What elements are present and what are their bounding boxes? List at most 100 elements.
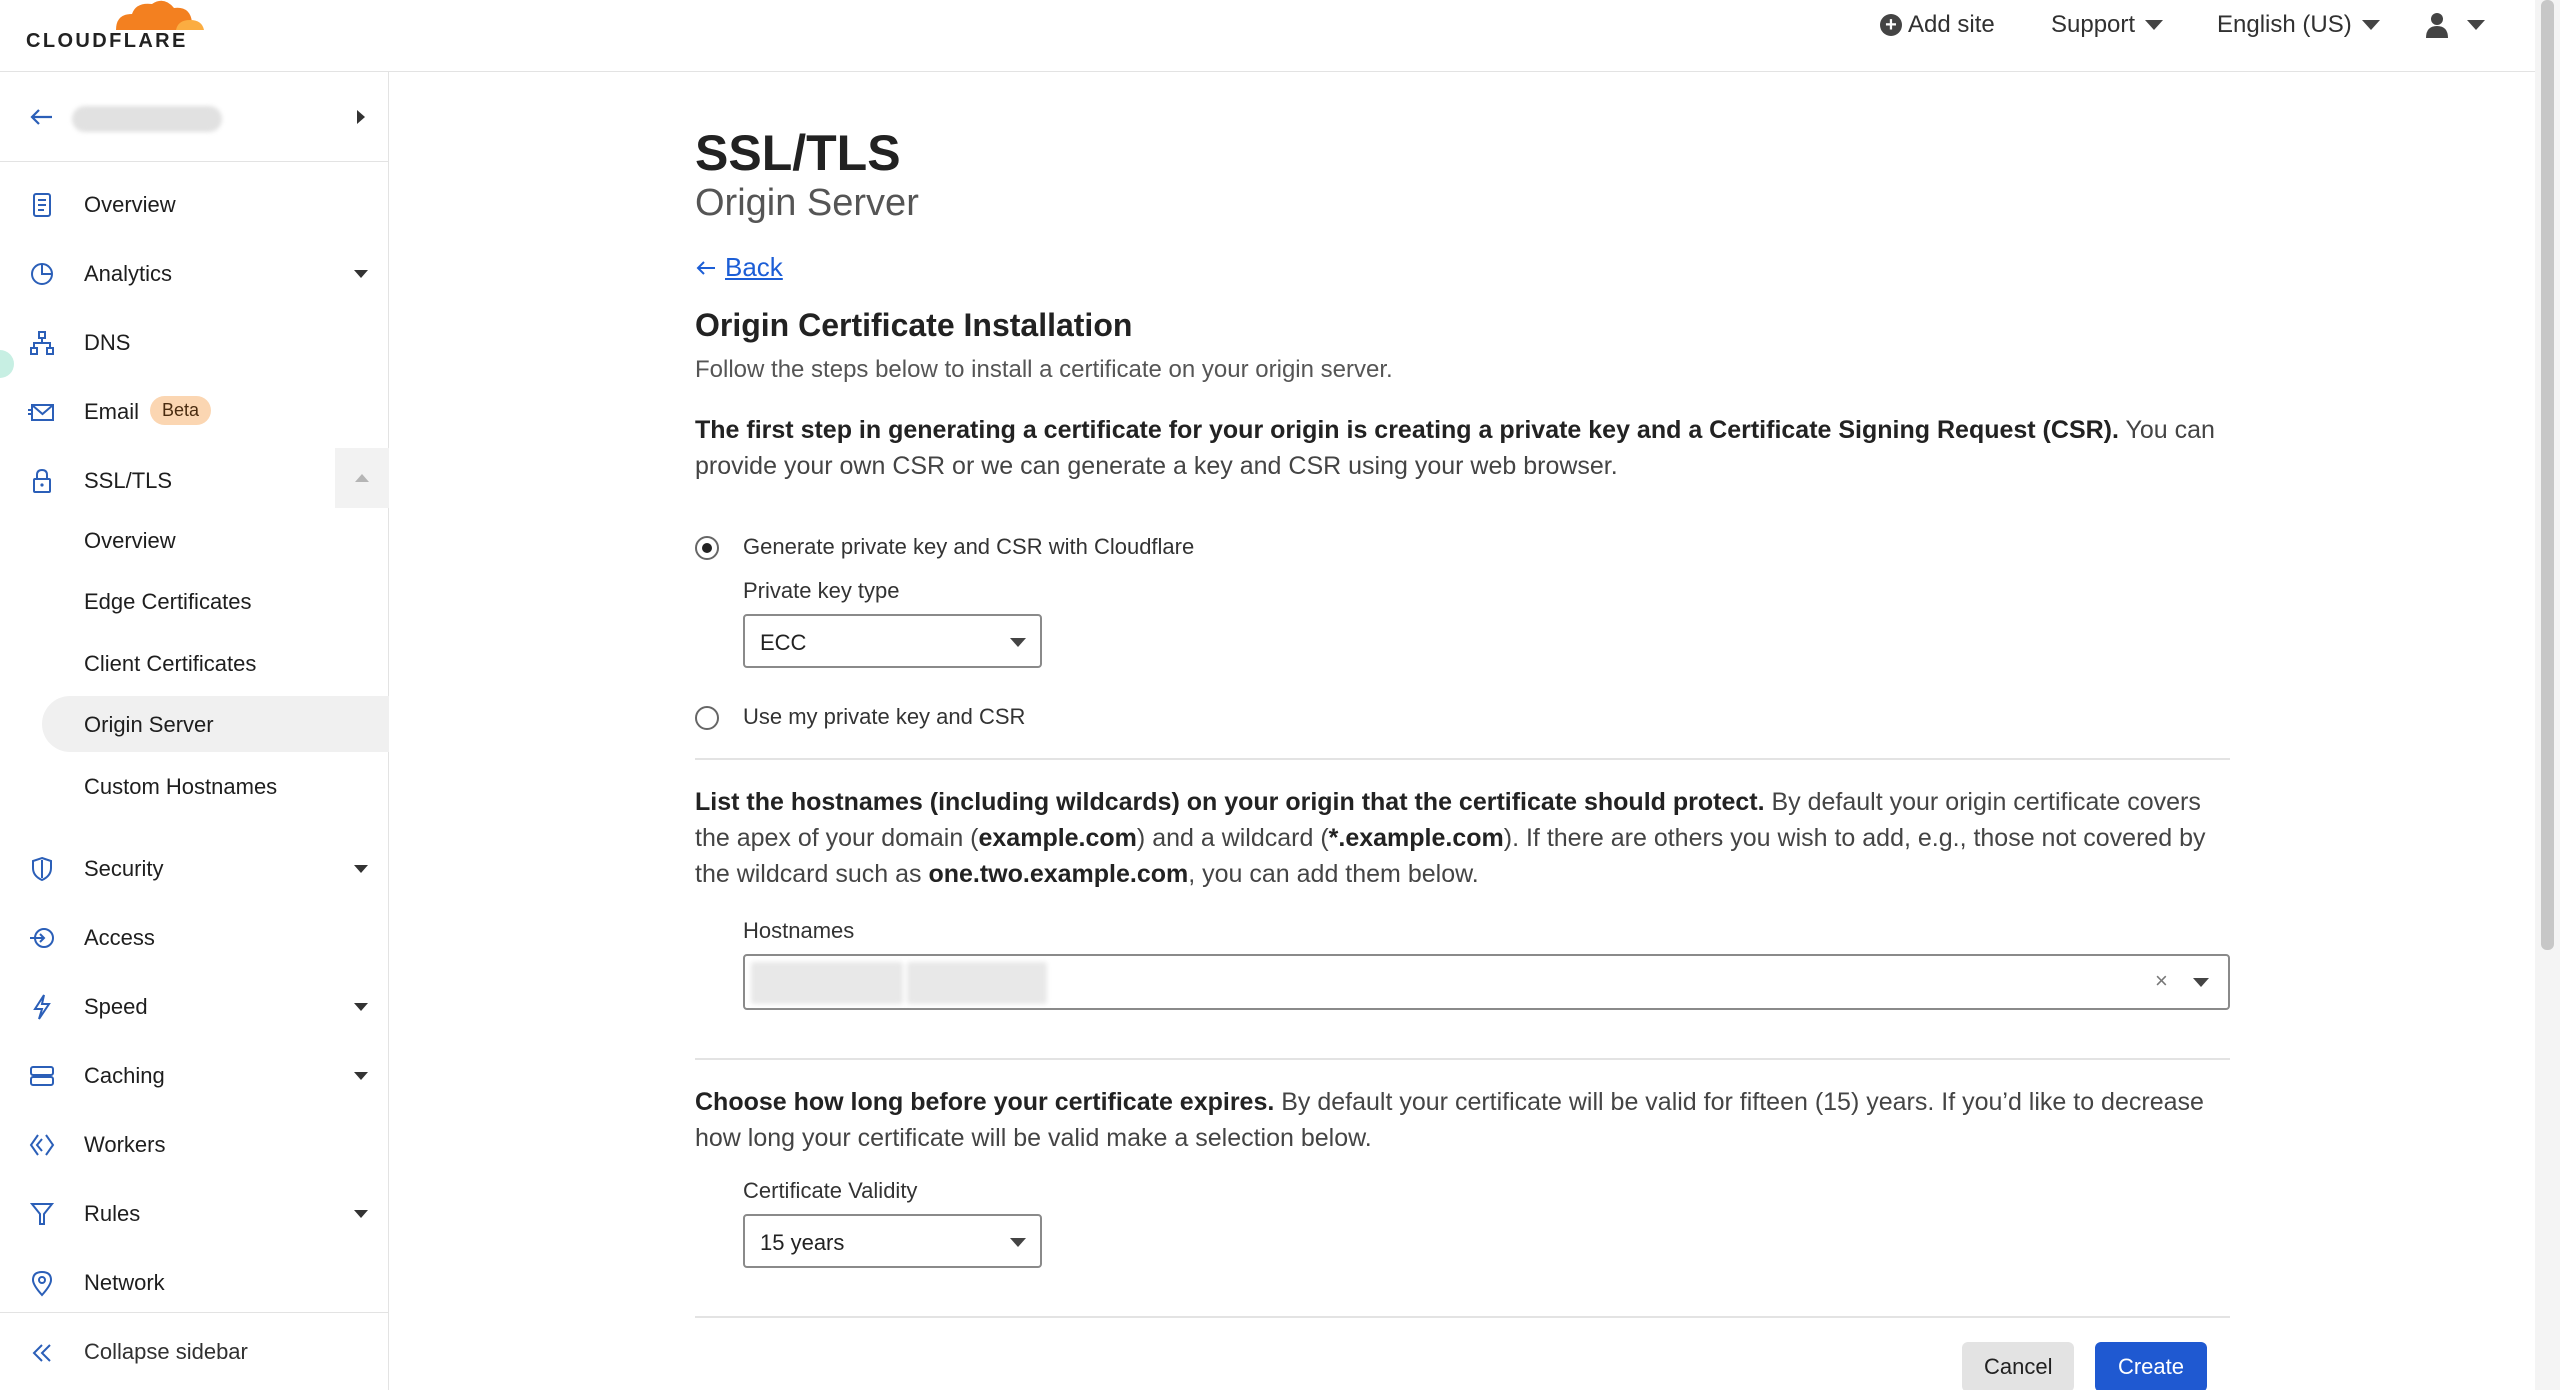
- funnel-icon: [29, 1203, 55, 1225]
- lock-icon: [33, 468, 51, 493]
- bolt-icon: [33, 994, 51, 1020]
- sidebar-item-label: Network: [84, 1270, 165, 1295]
- private-key-type-label: Private key type: [743, 578, 900, 603]
- sidebar-subitem-label: Custom Hostnames: [84, 774, 278, 799]
- add-site-button[interactable]: + Add site: [1880, 0, 1995, 50]
- hostnames-label: Hostnames: [743, 918, 855, 943]
- step1-description: The first step in generating a certifica…: [695, 412, 2230, 484]
- sidebar-item-analytics[interactable]: Analytics: [0, 241, 389, 307]
- create-button[interactable]: Create: [2095, 1342, 2207, 1390]
- sidebar-subitem-label: Edge Certificates: [84, 589, 252, 614]
- wildcard-example: *.example.com: [1328, 824, 1504, 852]
- chevron-down-icon: [354, 270, 368, 278]
- certificate-validity-select[interactable]: 15 years: [743, 1214, 1042, 1268]
- clear-icon[interactable]: ×: [2155, 968, 2168, 994]
- cloudflare-logo[interactable]: CLOUDFLARE: [24, 0, 204, 60]
- location-pin-icon: [31, 1270, 53, 1297]
- plus-circle-icon: +: [1880, 14, 1902, 36]
- chevron-down-icon: [354, 865, 368, 873]
- chevron-down-icon: [2467, 20, 2485, 30]
- sidebar-subitem-edge-certificates[interactable]: Edge Certificates: [0, 573, 389, 629]
- sidebar-item-label: Email: [84, 399, 140, 424]
- page-subtitle: Origin Server: [695, 182, 919, 224]
- radio-generate-csr-label[interactable]: Generate private key and CSR with Cloudf…: [743, 534, 1194, 560]
- chevron-right-icon: [357, 110, 365, 124]
- chevron-down-icon: [1010, 638, 1026, 647]
- top-bar: CLOUDFLARE + Add site Support English (U…: [0, 0, 2535, 72]
- arrow-left-icon: [696, 260, 715, 275]
- cancel-button[interactable]: Cancel: [1962, 1342, 2074, 1390]
- step3-bold: Choose how long before your certificate …: [695, 1088, 1275, 1116]
- collapse-sidebar-button[interactable]: Collapse sidebar: [0, 1312, 389, 1390]
- private-key-type-select[interactable]: ECC: [743, 614, 1042, 668]
- apex-domain-example: example.com: [978, 824, 1137, 852]
- chevron-down-icon[interactable]: [2193, 978, 2209, 987]
- cloud-logo-icon: [116, 0, 204, 30]
- sidebar-item-label: SSL/TLS: [84, 468, 173, 493]
- scrollbar-thumb[interactable]: [2541, 0, 2554, 950]
- chevron-down-icon: [354, 1210, 368, 1218]
- pie-chart-icon: [31, 263, 53, 285]
- step2-bold: List the hostnames (including wildcards)…: [695, 788, 1765, 816]
- certificate-validity-value: 15 years: [760, 1230, 845, 1255]
- section-subtitle: Follow the steps below to install a cert…: [695, 356, 1393, 383]
- vertical-scrollbar[interactable]: [2535, 0, 2560, 1390]
- sidebar-item-label: Speed: [84, 994, 148, 1019]
- sidebar-item-dns[interactable]: DNS: [0, 310, 389, 376]
- sidebar-item-overview[interactable]: Overview: [0, 172, 389, 238]
- step2-description: List the hostnames (including wildcards)…: [695, 784, 2230, 892]
- sidebar-item-rules[interactable]: Rules: [0, 1181, 389, 1247]
- document-icon: [33, 193, 51, 217]
- chevron-up-icon[interactable]: [335, 448, 389, 508]
- back-link[interactable]: Back: [695, 252, 783, 283]
- hostname-chip-redacted[interactable]: [751, 962, 903, 1004]
- collapse-sidebar-label: Collapse sidebar: [84, 1339, 248, 1364]
- support-dropdown[interactable]: Support: [2051, 0, 2164, 50]
- sidebar-item-label: DNS: [84, 330, 131, 355]
- sidebar-item-workers[interactable]: Workers: [0, 1112, 389, 1178]
- workers-icon: [29, 1134, 55, 1156]
- sidebar-subitem-label: Origin Server: [84, 712, 214, 737]
- sidebar-item-network[interactable]: Network: [0, 1250, 389, 1316]
- sidebar-subitem-custom-hostnames[interactable]: Custom Hostnames: [0, 758, 389, 814]
- sidebar-item-label: Rules: [84, 1201, 141, 1226]
- account-switcher[interactable]: [0, 72, 389, 162]
- chevron-down-icon: [1010, 1238, 1026, 1247]
- sidebar-item-access[interactable]: Access: [0, 905, 389, 971]
- radio-own-csr-label[interactable]: Use my private key and CSR: [743, 704, 1025, 730]
- sidebar-item-label: Overview: [84, 192, 176, 217]
- language-dropdown[interactable]: English (US): [2217, 0, 2380, 50]
- hostnames-input[interactable]: ×: [743, 954, 2230, 1010]
- sidebar-item-ssl-tls[interactable]: SSL/TLS: [0, 448, 389, 514]
- sidebar-item-label: Access: [84, 925, 155, 950]
- sidebar-item-label: Caching: [84, 1063, 165, 1088]
- private-key-type-value: ECC: [760, 630, 807, 655]
- add-site-label: Add site: [1908, 11, 1995, 38]
- sidebar-item-speed[interactable]: Speed: [0, 974, 389, 1040]
- radio-generate-csr[interactable]: [695, 536, 719, 560]
- step2-text: ) and a wildcard (: [1136, 824, 1329, 852]
- sidebar-subitem-origin-server[interactable]: Origin Server: [42, 696, 389, 752]
- subdomain-example: one.two.example.com: [928, 860, 1189, 888]
- sidebar-item-label: Analytics: [84, 261, 173, 286]
- radio-own-csr[interactable]: [695, 706, 719, 730]
- user-menu[interactable]: [2425, 0, 2485, 50]
- arrow-left-icon[interactable]: [26, 102, 56, 132]
- step1-bold: The first step in generating a certifica…: [695, 416, 2119, 444]
- sidebar-item-label: Workers: [84, 1132, 166, 1157]
- step3-description: Choose how long before your certificate …: [695, 1084, 2230, 1156]
- access-icon: [30, 928, 54, 948]
- sidebar-item-caching[interactable]: Caching: [0, 1043, 389, 1109]
- sidebar-item-email[interactable]: Email Beta: [0, 379, 389, 445]
- hostname-chip-redacted[interactable]: [907, 962, 1047, 1004]
- sidebar-subitem-client-certificates[interactable]: Client Certificates: [0, 635, 389, 691]
- network-tree-icon: [30, 331, 54, 355]
- sidebar-item-security[interactable]: Security: [0, 836, 389, 902]
- chevron-down-icon: [354, 1072, 368, 1080]
- beta-badge: Beta: [150, 396, 212, 425]
- section-title: Origin Certificate Installation: [695, 307, 1133, 343]
- sidebar-subitem-overview[interactable]: Overview: [0, 512, 389, 568]
- support-label: Support: [2051, 11, 2136, 38]
- chevron-down-icon: [2361, 20, 2380, 30]
- envelope-icon: [28, 404, 54, 421]
